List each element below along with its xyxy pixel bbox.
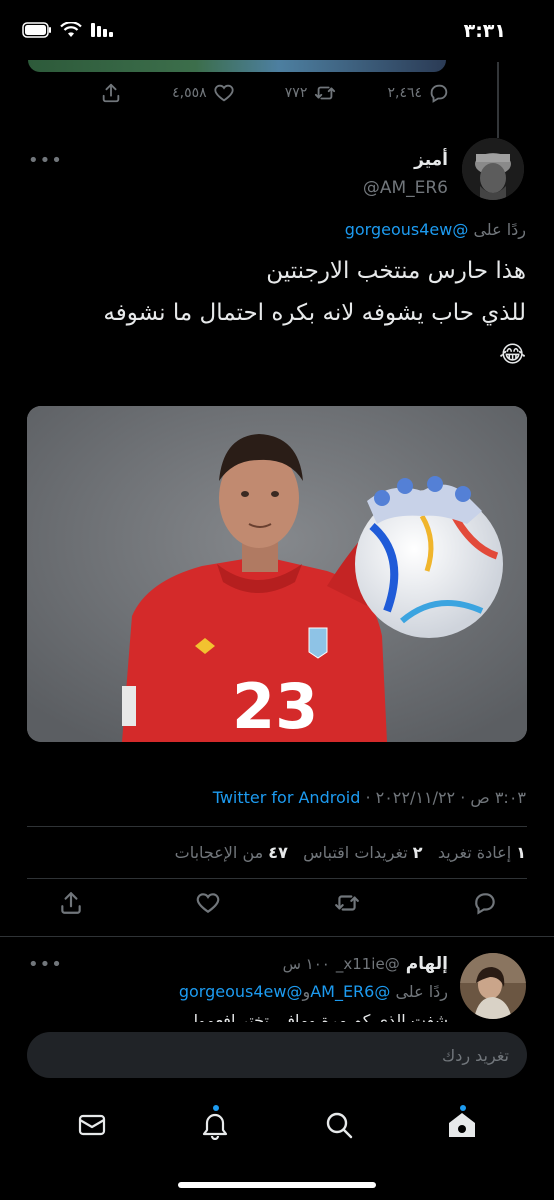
more-options-button[interactable]: ••• [28, 150, 63, 171]
divider [0, 936, 554, 937]
author-name[interactable]: أميز [414, 150, 448, 170]
reply-composer[interactable] [27, 1032, 527, 1078]
author-avatar[interactable] [462, 138, 524, 200]
reply-input[interactable] [27, 1032, 527, 1078]
reply-author-handle[interactable]: @x11ie_ [336, 955, 400, 973]
tab-home[interactable] [442, 1105, 482, 1145]
previous-tweet-image[interactable] [28, 60, 446, 72]
cellular-signal-icon [91, 23, 113, 37]
tweet-source[interactable]: Twitter for Android [213, 788, 361, 807]
jersey-number: 23 [232, 670, 318, 742]
status-time: ٣:٣١ [463, 20, 506, 42]
tab-search[interactable] [319, 1105, 359, 1145]
bottom-tab-bar [0, 1090, 554, 1160]
goalkeeper-photo: 23 [27, 406, 527, 742]
likes-stat-label: من الإعجابات [174, 843, 264, 862]
reply-more-options-button[interactable]: ••• [28, 954, 63, 975]
reply-to-handle-1[interactable]: @AM_ER6 [310, 982, 390, 1001]
tweet-text: هذا حارس منتخب الارجنتين للذي حاب يشوفه … [26, 250, 526, 376]
reply-icon [475, 893, 495, 915]
reply-button[interactable] [472, 890, 498, 920]
share-icon [61, 892, 81, 914]
tweet-timestamp: ٣:٠٣ ص · ٢٠٢٢/١١/٢٢ · [365, 788, 526, 807]
reply-context: ردًا على @gorgeous4ew [345, 220, 526, 239]
avatar-image [462, 138, 524, 200]
home-icon [449, 1113, 476, 1137]
more-icon: ••• [28, 954, 63, 975]
author-handle[interactable]: @AM_ER6 [363, 178, 448, 198]
reply-to-handle[interactable]: @gorgeous4ew [345, 220, 469, 239]
tweet-text-line1: هذا حارس منتخب الارجنتين [266, 258, 526, 284]
likes-stat-count: ٤٧ [268, 843, 288, 862]
like-button[interactable] [195, 890, 221, 920]
share-button[interactable] [100, 82, 122, 104]
like-count: ٤,٥٥٨ [172, 85, 207, 101]
retweet-icon [334, 895, 359, 911]
likes-stat[interactable]: ٤٧ من الإعجابات [175, 843, 288, 862]
reply-context: ردًا على @AM_ER6و@gorgeous4ew [179, 982, 448, 1001]
tab-notifications[interactable] [195, 1105, 235, 1145]
status-icons [22, 22, 116, 38]
reply-prefix: ردًا على [473, 220, 526, 239]
retweets-stat-label: إعادة تغريد [437, 843, 512, 862]
share-icon [102, 83, 120, 103]
tweet-photo[interactable]: 23 [27, 406, 527, 742]
avatar-image [460, 953, 526, 1019]
tweet-text-emoji: 😂 [499, 342, 526, 368]
previous-tweet-actions: ٤,٥٥٨ ٧٧٢ ٢,٤٦٤ [100, 82, 450, 104]
search-icon [326, 1112, 352, 1139]
like-button[interactable]: ٤,٥٥٨ [172, 82, 235, 104]
tweet-meta: ٣:٠٣ ص · ٢٠٢٢/١١/٢٢ · Twitter for Androi… [213, 788, 526, 807]
reply-header: إلهام @x11ie_ ١٠٠ س [283, 954, 448, 974]
retweets-stat[interactable]: ١ إعادة تغريد [438, 843, 526, 862]
retweet-count: ٧٧٢ [284, 85, 308, 101]
retweets-stat-count: ١ [516, 843, 526, 862]
retweet-icon [315, 86, 336, 100]
bell-icon [203, 1113, 228, 1140]
heart-icon [197, 893, 220, 913]
home-indicator [178, 1182, 376, 1188]
heart-icon [214, 84, 234, 102]
reply-time: ١٠٠ س [282, 955, 330, 973]
reply-author-avatar[interactable] [460, 953, 526, 1019]
battery-icon [22, 22, 51, 38]
reply-count: ٢,٤٦٤ [387, 85, 422, 101]
share-button[interactable] [58, 890, 84, 920]
quotes-stat[interactable]: ٢ تغريدات اقتباس [303, 843, 422, 862]
quotes-stat-count: ٢ [412, 843, 423, 862]
reply-button[interactable]: ٢,٤٦٤ [387, 82, 450, 104]
tweet-text-line2: للذي حاب يشوفه لانه بكره احتمال ما نشوفه [103, 300, 526, 326]
retweet-button[interactable]: ٧٧٢ [285, 82, 338, 104]
reply-to-handle-2[interactable]: @gorgeous4ew [179, 982, 303, 1001]
thread-line [497, 62, 499, 138]
status-bar: ٣:٣١ [0, 0, 554, 62]
tab-messages[interactable] [72, 1105, 112, 1145]
mail-icon [78, 1114, 105, 1136]
reply-prefix: ردًا على [395, 982, 448, 1001]
wifi-icon [60, 22, 82, 37]
reply-author-name[interactable]: إلهام [406, 954, 448, 974]
retweet-button[interactable] [333, 890, 361, 920]
reply-icon [430, 84, 448, 103]
more-icon: ••• [28, 150, 63, 171]
reply-text: شفت الذي كم مرة ومافي تختر افعموا [193, 1011, 448, 1022]
divider [27, 826, 527, 827]
tweet-actions [58, 890, 498, 920]
quotes-stat-label: تغريدات اقتباس [303, 843, 408, 862]
tweet-stats: ١ إعادة تغريد ٢ تغريدات اقتباس ٤٧ من الإ… [175, 843, 526, 862]
divider [27, 878, 527, 879]
